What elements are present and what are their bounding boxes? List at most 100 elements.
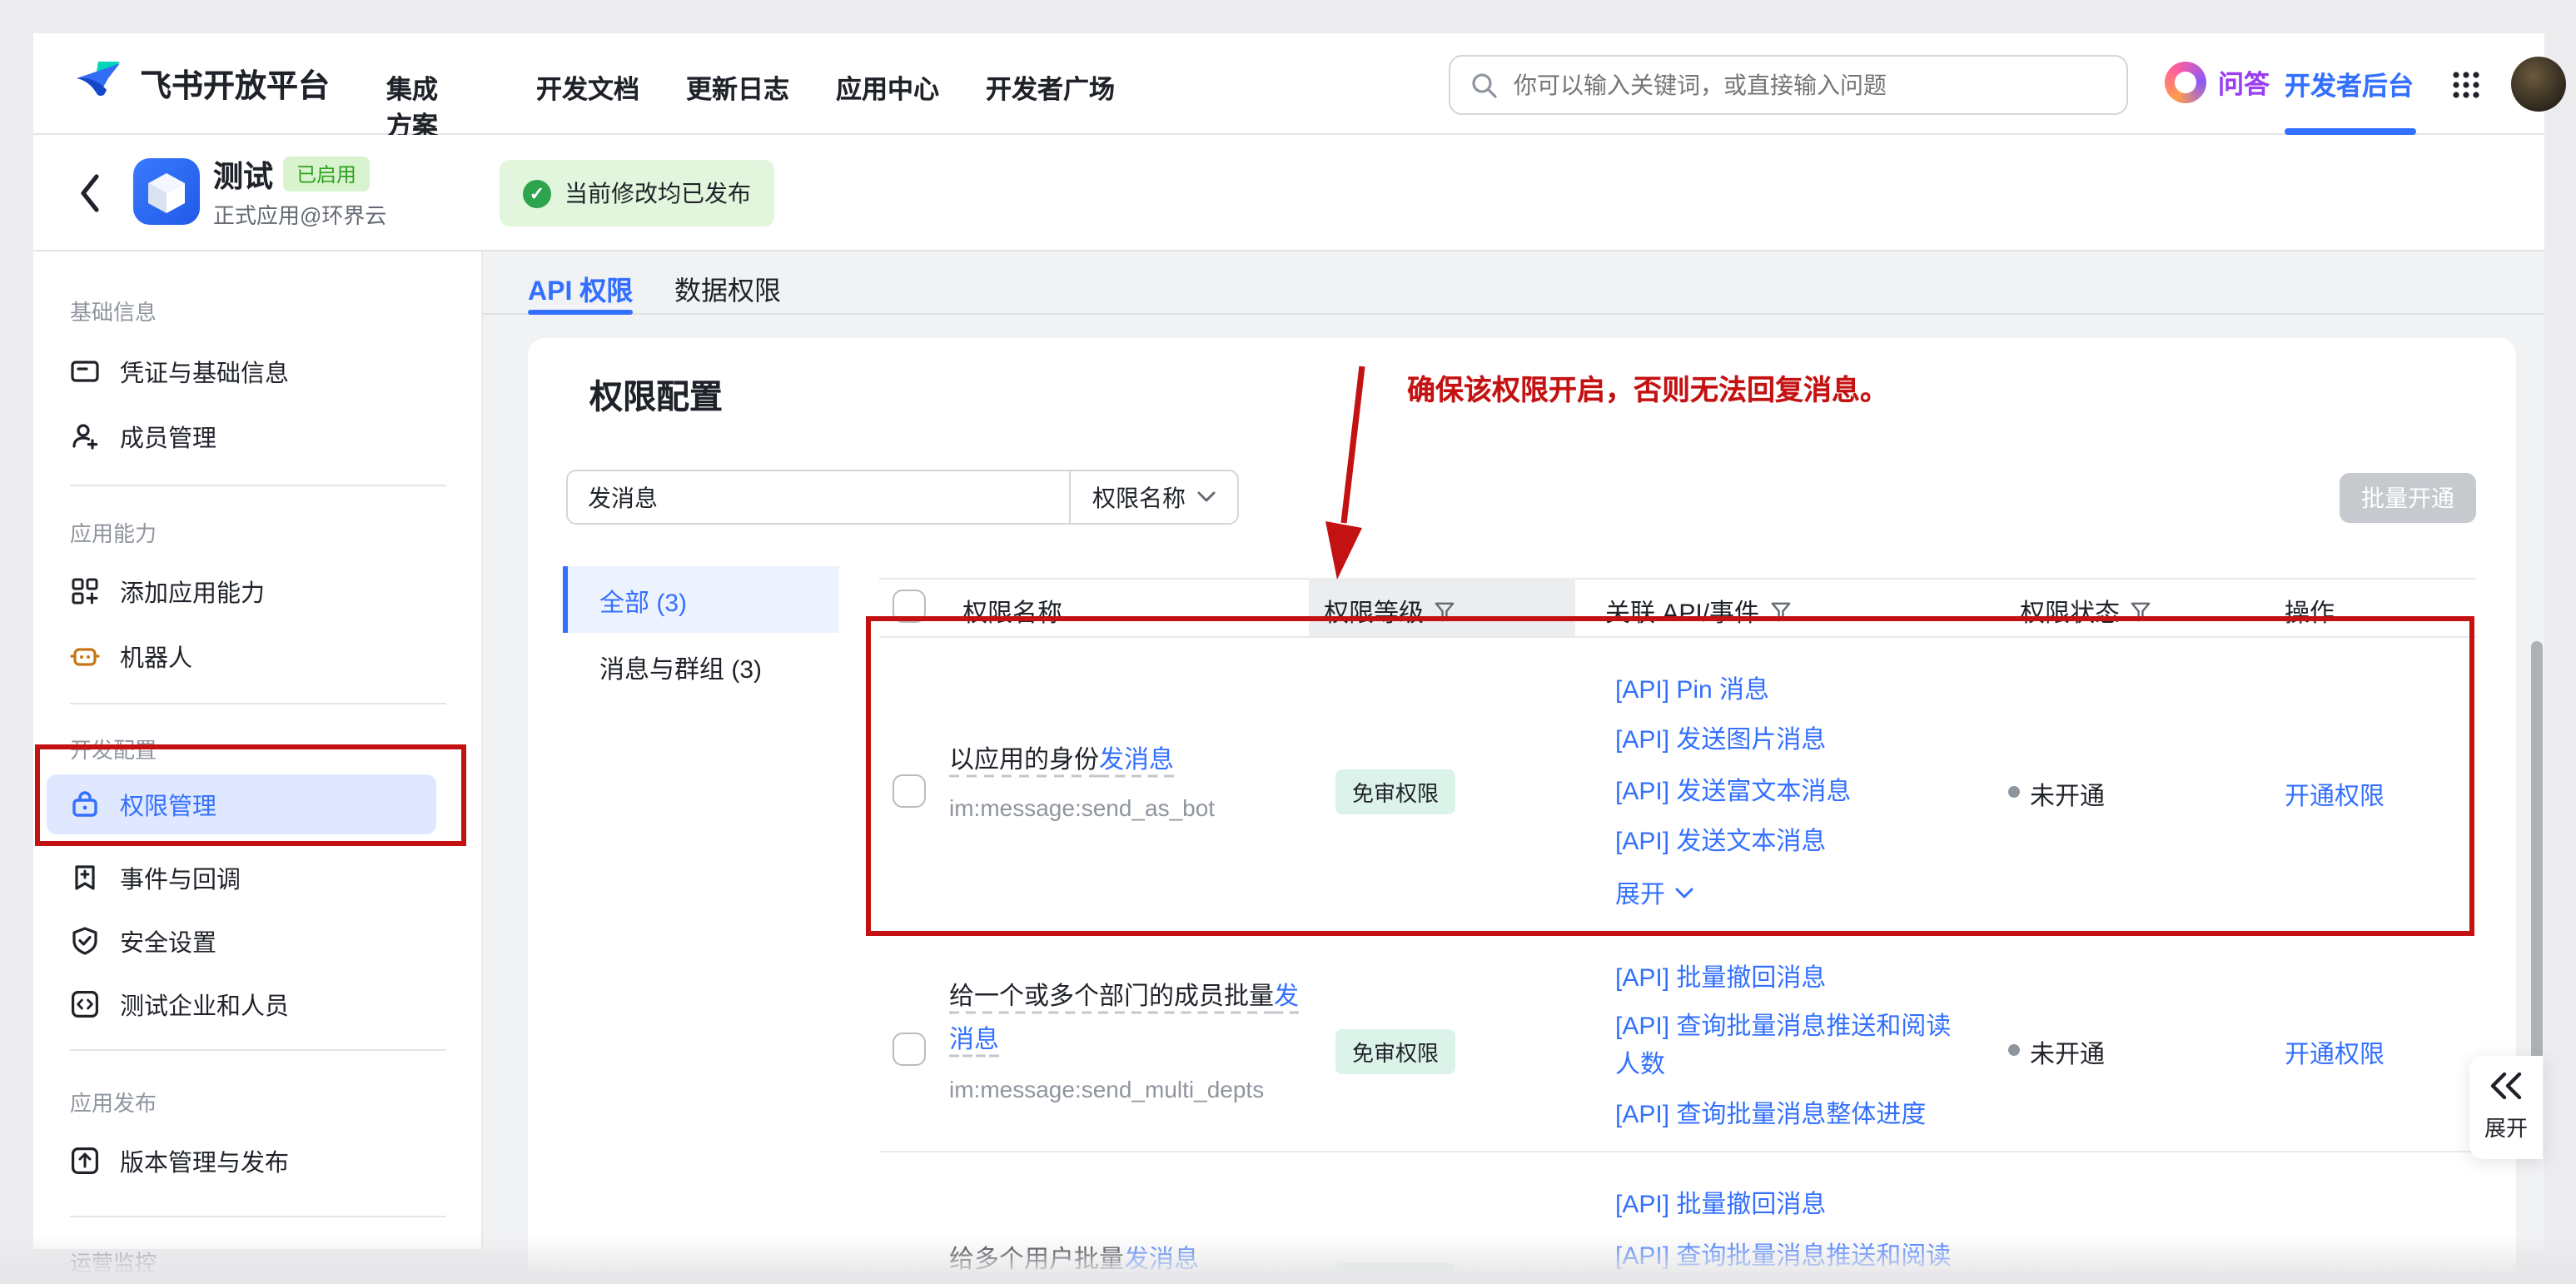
filter-funnel-icon[interactable] <box>1434 601 1455 623</box>
publish-banner: ✓ 当前修改均已发布 <box>500 160 774 226</box>
qa-link[interactable]: 问答 <box>2165 62 2270 103</box>
card-title: 权限配置 <box>589 370 723 418</box>
feishu-logo-icon <box>73 58 123 108</box>
tab-api-permissions[interactable]: API 权限 <box>528 268 633 308</box>
api-link[interactable]: [API] 查询批量消息整体进度 <box>1615 1096 1926 1134</box>
filter-message-group[interactable]: 消息与群组 (3) <box>563 633 839 699</box>
nav-item-changelog[interactable]: 更新日志 <box>686 70 789 107</box>
tabs-baseline <box>483 313 2544 315</box>
app-header: 测试 已启用 正式应用@环界云 ✓ 当前修改均已发布 <box>33 135 2544 251</box>
tab-data-permissions[interactable]: 数据权限 <box>674 268 781 308</box>
api-link[interactable]: [API] 发送图片消息 <box>1615 721 1826 759</box>
status-text: 未开通 <box>2030 778 2105 813</box>
sidebar-item-credentials[interactable]: 凭证与基础信息 <box>70 351 289 391</box>
nav-item-dev-square[interactable]: 开发者广场 <box>986 70 1115 107</box>
row-checkbox[interactable] <box>893 774 926 808</box>
back-button[interactable] <box>77 172 103 223</box>
api-link[interactable]: [API] 批量撤回消息 <box>1615 959 1826 998</box>
app-name: 测试 <box>213 153 273 197</box>
status-dot <box>2008 786 2020 798</box>
column-name: 权限名称 <box>962 595 1062 630</box>
open-permission-link[interactable]: 开通权限 <box>2285 778 2385 813</box>
header-bottom-border <box>879 636 2476 638</box>
double-chevron-left-icon <box>2489 1072 2523 1099</box>
robot-icon <box>70 641 100 671</box>
sidebar-item-test-org[interactable]: 测试企业和人员 <box>70 984 289 1024</box>
nav-item-docs[interactable]: 开发文档 <box>536 70 639 107</box>
sidebar-item-bot[interactable]: 机器人 <box>70 636 192 676</box>
permission-name: 给多个用户批量发消息 <box>949 1239 1324 1282</box>
nav-search[interactable] <box>1449 55 2128 115</box>
api-link[interactable]: [API] 查询批量消息推送和阅读人数 <box>1615 1008 1962 1084</box>
logo[interactable]: 飞书开放平台 <box>73 58 330 108</box>
column-status: 权限状态 <box>2020 595 2151 630</box>
annotation-note: 确保该权限开启，否则无法回复消息。 <box>1407 366 1888 408</box>
open-permission-link[interactable]: 开通权限 <box>2285 1036 2385 1071</box>
qa-label: 问答 <box>2218 64 2270 101</box>
grid-plus-icon <box>70 576 100 606</box>
permission-name-link[interactable]: 发消息 <box>1124 1246 1199 1274</box>
avatar[interactable] <box>2511 57 2566 112</box>
table-top-border <box>879 578 2476 580</box>
shield-check-icon <box>70 926 100 956</box>
sidebar-item-members[interactable]: 成员管理 <box>70 416 216 456</box>
code-icon <box>70 989 100 1019</box>
column-action: 操作 <box>2285 595 2335 630</box>
expand-apis[interactable]: 展开 <box>1615 876 1693 911</box>
nav-search-input[interactable] <box>1510 70 2106 100</box>
status-dot <box>2008 1044 2020 1056</box>
sidebar-item-security[interactable]: 安全设置 <box>70 921 216 961</box>
sidebar-section-monitoring: 运营监控 <box>70 1246 157 1277</box>
id-card-icon <box>70 356 100 386</box>
publish-banner-text: 当前修改均已发布 <box>564 177 751 210</box>
filter-funnel-icon[interactable] <box>2130 601 2151 623</box>
sidebar-section-capabilities: 应用能力 <box>70 516 157 548</box>
scrollbar-thumb[interactable] <box>2531 641 2543 1087</box>
person-plus-icon <box>70 421 100 451</box>
search-icon <box>1470 72 1497 98</box>
permission-name: 给一个或多个部门的成员批量发消息 <box>949 976 1304 1063</box>
select-all-checkbox[interactable] <box>893 590 926 623</box>
expand-panel-button[interactable]: 展开 <box>2469 1056 2543 1159</box>
permission-code: im:message:send_as_bot <box>949 794 1215 821</box>
api-link[interactable]: [API] 发送文本消息 <box>1615 823 1826 861</box>
search-field-select[interactable]: 权限名称 <box>1071 480 1237 514</box>
sidebar-item-permissions[interactable]: 权限管理 <box>47 774 436 834</box>
permission-name: 以应用的身份发消息 <box>949 739 1324 783</box>
batch-open-button[interactable]: 批量开通 <box>2340 473 2476 523</box>
sidebar-section-dev-config: 开发配置 <box>70 733 157 764</box>
permission-code: im:message:send_multi_depts <box>949 1076 1264 1102</box>
nav-item-app-center[interactable]: 应用中心 <box>836 70 939 107</box>
nav-item-dev-console[interactable]: 开发者后台 <box>2285 67 2414 103</box>
api-link[interactable]: [API] Pin 消息 <box>1615 671 1769 709</box>
app-icon <box>133 158 200 225</box>
filter-funnel-icon[interactable] <box>1769 601 1791 623</box>
row-divider <box>879 1151 2476 1152</box>
api-link[interactable]: [API] 批量撤回消息 <box>1615 1186 1826 1224</box>
enabled-badge: 已启用 <box>283 157 370 192</box>
permission-name-link[interactable]: 发消息 <box>1099 746 1174 774</box>
permission-search: 权限名称 <box>566 470 1239 525</box>
row-checkbox[interactable] <box>893 1033 926 1066</box>
api-link[interactable]: [API] 查询批量消息推送和阅读 <box>1615 1237 1951 1276</box>
column-apis: 关联 API/事件 <box>1605 595 1791 630</box>
check-circle-icon: ✓ <box>523 179 551 207</box>
permission-search-input[interactable] <box>568 484 1069 510</box>
level-badge: 免审权限 <box>1335 769 1455 814</box>
sidebar-item-versions[interactable]: 版本管理与发布 <box>70 1141 289 1181</box>
filter-all[interactable]: 全部 (3) <box>563 566 839 633</box>
nav-item-solutions[interactable]: 集成方案 <box>386 70 441 143</box>
app-type: 正式应用@环界云 <box>213 198 386 230</box>
sidebar-item-events[interactable]: 事件与回调 <box>70 858 241 898</box>
level-badge: 免审权限 <box>1335 1029 1455 1074</box>
sidebar-item-add-capability[interactable]: 添加应用能力 <box>70 571 265 611</box>
bookmark-plus-icon <box>70 863 100 893</box>
api-link[interactable]: [API] 发送富文本消息 <box>1615 773 1851 811</box>
sidebar-divider <box>70 1216 446 1217</box>
chevron-left-icon <box>77 172 103 215</box>
sidebar-section-basic: 基础信息 <box>70 295 157 326</box>
nav-active-underline <box>2285 128 2416 135</box>
sidebar-divider <box>70 1049 446 1051</box>
sidebar: 基础信息 凭证与基础信息 成员管理 应用能力 添加应用能力 机器人 开发配置 权… <box>33 251 483 1249</box>
apps-grid-icon[interactable] <box>2451 70 2481 108</box>
